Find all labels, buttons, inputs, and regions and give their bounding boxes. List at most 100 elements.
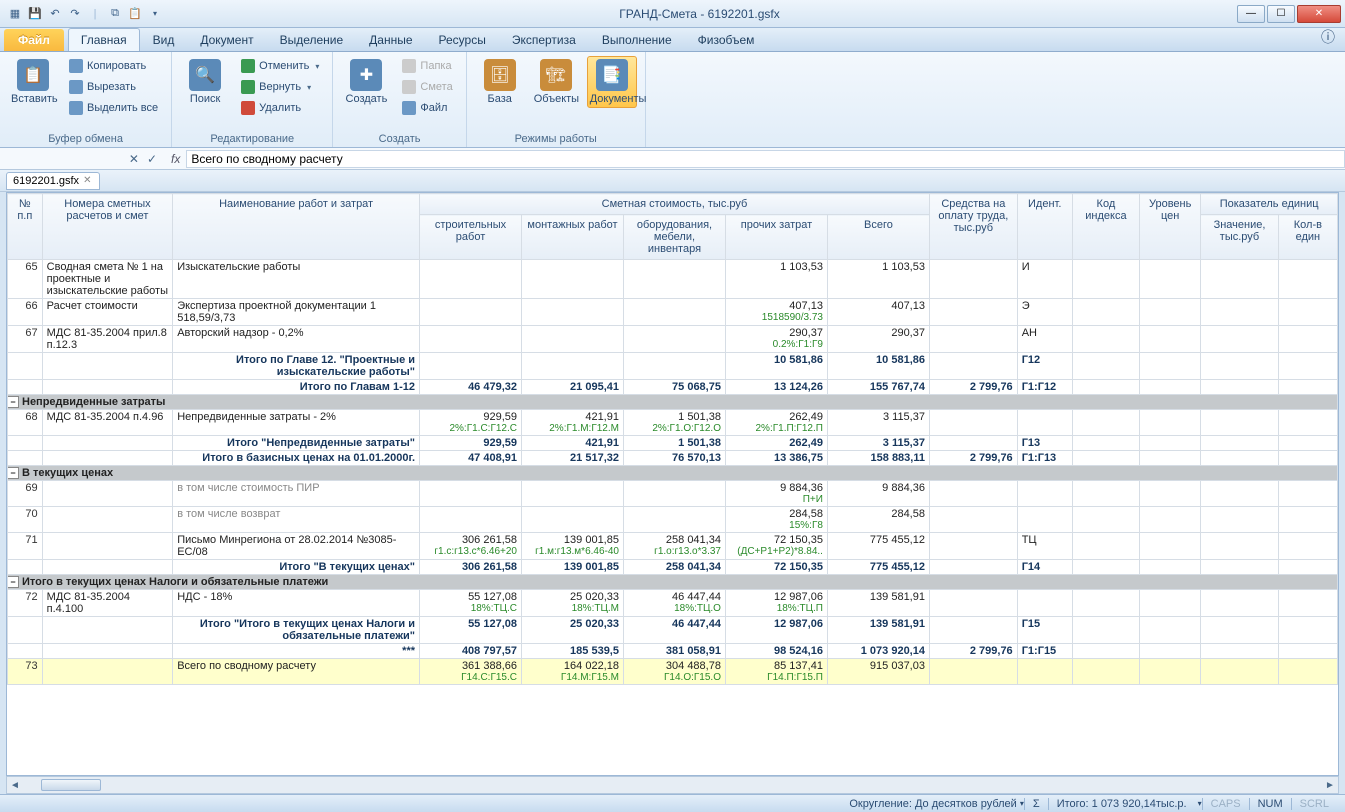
col-c4[interactable]: прочих затрат — [725, 215, 827, 260]
table-row[interactable]: Итого "В текущих ценах"306 261,58139 001… — [8, 560, 1338, 575]
table-row[interactable]: Итого по Главам 1-1246 479,3221 095,4175… — [8, 380, 1338, 395]
spreadsheet[interactable]: № п.п Номера сметных расчетов и смет Наи… — [6, 192, 1339, 776]
qat-paste-icon[interactable]: 📋 — [126, 5, 144, 23]
database-icon: 🗄 — [484, 59, 516, 91]
ribbon-tab-2[interactable]: Документ — [187, 28, 266, 51]
qat-undo-icon[interactable]: ↶ — [46, 5, 64, 23]
scroll-right-icon[interactable]: ► — [1322, 780, 1338, 791]
qat-save-icon[interactable]: 💾 — [26, 5, 44, 23]
table-row[interactable]: 73Всего по сводному расчету361 388,66Г14… — [8, 659, 1338, 685]
minimize-button[interactable]: — — [1237, 5, 1265, 23]
col-i2[interactable]: Кол-в един — [1278, 215, 1337, 260]
table-body[interactable]: 65Сводная смета № 1 на проектные и изыск… — [8, 260, 1338, 685]
smeta-button[interactable]: Смета — [397, 77, 457, 97]
status-sigma-icon[interactable]: Σ — [1024, 798, 1048, 810]
horizontal-scrollbar[interactable]: ◄ ► — [6, 776, 1339, 794]
table-row[interactable]: Итого "Итого в текущих ценах Налоги и об… — [8, 617, 1338, 644]
file-tab[interactable]: Файл — [4, 29, 64, 51]
ribbon-tab-3[interactable]: Выделение — [267, 28, 357, 51]
window-buttons: — ☐ ✕ — [1235, 5, 1341, 23]
table-row[interactable]: ***408 797,57185 539,5381 058,9198 524,1… — [8, 644, 1338, 659]
document-tab[interactable]: 6192201.gsfx✕ — [6, 172, 100, 190]
table-row[interactable]: −Непредвиденные затраты — [8, 395, 1338, 410]
col-level[interactable]: Уровень цен — [1140, 194, 1201, 260]
qat-redo-icon[interactable]: ↷ — [66, 5, 84, 23]
qat-dropdown-icon[interactable]: ▾ — [146, 5, 164, 23]
create-icon: ✚ — [350, 59, 382, 91]
table-row[interactable]: 72МДС 81-35.2004 п.4.100НДС - 18%55 127,… — [8, 590, 1338, 617]
ribbon-tab-1[interactable]: Вид — [140, 28, 188, 51]
table-row[interactable]: 65Сводная смета № 1 на проектные и изыск… — [8, 260, 1338, 299]
accept-formula-icon[interactable]: ✓ — [147, 152, 157, 166]
cancel-formula-icon[interactable]: ✕ — [129, 152, 139, 166]
ribbon-tabs: Файл ГлавнаяВидДокументВыделениеДанныеРе… — [0, 28, 1345, 52]
table-row[interactable]: 66Расчет стоимостиЭкспертиза проектной д… — [8, 299, 1338, 326]
col-fund[interactable]: Средства на оплату труда, тыс.руб — [929, 194, 1017, 260]
scroll-left-icon[interactable]: ◄ — [7, 780, 23, 791]
status-num: NUM — [1249, 798, 1291, 810]
table-row[interactable]: 69в том числе стоимость ПИР9 884,36П+И9 … — [8, 481, 1338, 507]
delete-icon — [241, 101, 255, 115]
close-tab-icon[interactable]: ✕ — [83, 175, 91, 186]
documents-button[interactable]: 📑Документы — [587, 56, 637, 108]
help-icon[interactable]: ⓘ — [1321, 27, 1335, 51]
collapse-icon[interactable]: − — [8, 467, 20, 479]
col-i1[interactable]: Значение, тыс.руб — [1201, 215, 1279, 260]
fx-icon[interactable]: fx — [165, 152, 186, 166]
qat-grid-icon[interactable]: ▦ — [6, 5, 24, 23]
table-row[interactable]: 67МДС 81-35.2004 прил.8 п.12.3Авторский … — [8, 326, 1338, 353]
col-c3[interactable]: оборудования, мебели, инвентаря — [623, 215, 725, 260]
ribbon-tab-6[interactable]: Экспертиза — [499, 28, 589, 51]
file-button[interactable]: Файл — [397, 98, 457, 118]
maximize-button[interactable]: ☐ — [1267, 5, 1295, 23]
base-button[interactable]: 🗄База — [475, 56, 525, 108]
objects-button[interactable]: 🏗Объекты — [531, 56, 581, 108]
table-row[interactable]: Итого "Непредвиденные затраты"929,59421,… — [8, 436, 1338, 451]
ribbon-tab-4[interactable]: Данные — [356, 28, 425, 51]
folder-button[interactable]: Папка — [397, 56, 457, 76]
scroll-thumb[interactable] — [41, 779, 101, 791]
table-row[interactable]: 70в том числе возврат284,5815%:Г8284,58 — [8, 507, 1338, 533]
search-button[interactable]: 🔍Поиск — [180, 56, 230, 108]
col-c2[interactable]: монтажных работ — [522, 215, 624, 260]
col-pp[interactable]: № п.п — [8, 194, 43, 260]
group-label-edit: Редактирование — [180, 131, 324, 145]
col-ident[interactable]: Идент. — [1017, 194, 1072, 260]
paste-button[interactable]: 📋Вставить — [8, 56, 58, 108]
col-code[interactable]: Код индекса — [1072, 194, 1139, 260]
table-row[interactable]: Итого в базисных ценах на 01.01.2000г.47… — [8, 451, 1338, 466]
cut-button[interactable]: Вырезать — [64, 77, 163, 97]
ribbon-tab-5[interactable]: Ресурсы — [426, 28, 499, 51]
select-all-button[interactable]: Выделить все — [64, 98, 163, 118]
documents-icon: 📑 — [596, 59, 628, 91]
ribbon: 📋Вставить Копировать Вырезать Выделить в… — [0, 52, 1345, 148]
create-button[interactable]: ✚Создать — [341, 56, 391, 108]
status-total: Итого: 1 073 920,14тыс.р. — [1048, 798, 1195, 810]
table-row[interactable]: 71Письмо Минрегиона от 28.02.2014 №3085-… — [8, 533, 1338, 560]
col-c5[interactable]: Всего — [827, 215, 929, 260]
col-nomer[interactable]: Номера сметных расчетов и смет — [42, 194, 173, 260]
formula-input[interactable] — [186, 150, 1345, 168]
undo-button[interactable]: Отменить — [236, 56, 324, 76]
table-row[interactable]: 68МДС 81-35.2004 п.4.96Непредвиденные за… — [8, 410, 1338, 436]
ribbon-tab-7[interactable]: Выполнение — [589, 28, 685, 51]
table-row[interactable]: Итого по Главе 12. "Проектные и изыскате… — [8, 353, 1338, 380]
copy-button[interactable]: Копировать — [64, 56, 163, 76]
ribbon-tab-8[interactable]: Физобъем — [685, 28, 768, 51]
status-round-value[interactable]: До десятков рублей — [915, 798, 1017, 810]
delete-button[interactable]: Удалить — [236, 98, 324, 118]
ribbon-tab-0[interactable]: Главная — [68, 28, 140, 51]
redo-button[interactable]: Вернуть — [236, 77, 324, 97]
status-caps: CAPS — [1202, 798, 1249, 810]
col-ind[interactable]: Показатель единиц — [1201, 194, 1338, 215]
col-c1[interactable]: строительных работ — [420, 215, 522, 260]
col-name[interactable]: Наименование работ и затрат — [173, 194, 420, 260]
close-button[interactable]: ✕ — [1297, 5, 1341, 23]
qat-copy-icon[interactable]: ⧉ — [106, 5, 124, 23]
table-row[interactable]: −В текущих ценах — [8, 466, 1338, 481]
titlebar: ▦ 💾 ↶ ↷ | ⧉ 📋 ▾ ГРАНД-Смета - 6192201.gs… — [0, 0, 1345, 28]
collapse-icon[interactable]: − — [8, 576, 20, 588]
table-row[interactable]: −Итого в текущих ценах Налоги и обязател… — [8, 575, 1338, 590]
col-cost[interactable]: Сметная стоимость, тыс.руб — [420, 194, 930, 215]
collapse-icon[interactable]: − — [8, 396, 20, 408]
